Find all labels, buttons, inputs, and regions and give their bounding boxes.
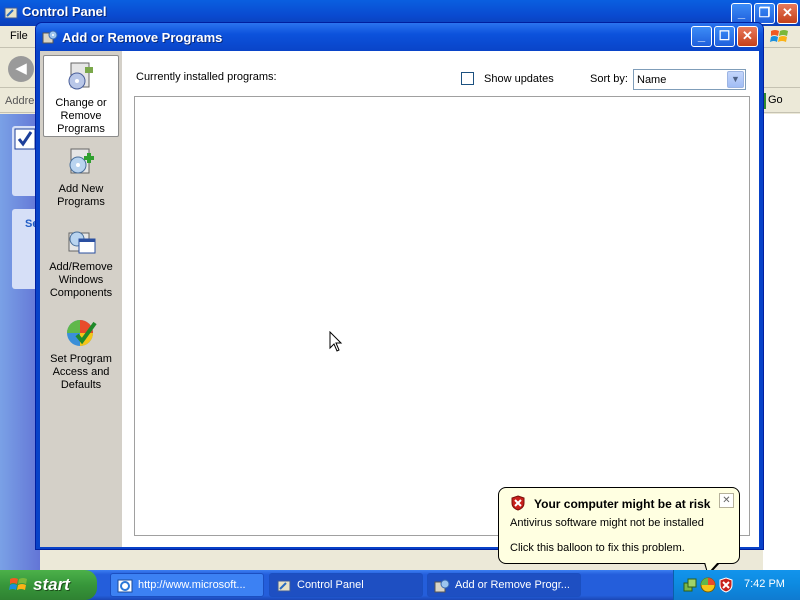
ie-icon <box>117 579 133 593</box>
arp-close-button[interactable]: ✕ <box>737 26 758 47</box>
arp-titlebar[interactable]: Add or Remove Programs _ ☐ ✕ <box>36 23 763 51</box>
show-updates-checkbox[interactable] <box>461 72 474 85</box>
taskbar-label-add-remove: Add or Remove Progr... <box>455 579 570 591</box>
windows-components-icon <box>68 231 96 254</box>
taskbar-label-control-panel: Control Panel <box>297 579 364 591</box>
balloon-message: Antivirus software might not be installe… <box>510 517 704 529</box>
taskbar-item-add-remove[interactable]: Add or Remove Progr... <box>427 573 581 597</box>
balloon-close-button[interactable]: ✕ <box>719 493 734 508</box>
sidebar-item-windows-components[interactable]: Add/Remove Windows Components <box>43 225 119 305</box>
go-arrow-icon <box>764 93 766 109</box>
add-remove-programs-icon <box>434 579 450 593</box>
sidebar-label-windows-components: Add/Remove Windows Components <box>49 261 113 299</box>
control-panel-icon <box>277 580 291 592</box>
arp-title: Add or Remove Programs <box>62 30 223 45</box>
balloon-instruction: Click this balloon to fix this problem. <box>510 542 685 554</box>
windows-logo-icon <box>770 30 788 42</box>
sidebar-item-add-new[interactable]: Add New Programs <box>43 147 119 217</box>
mouse-cursor-icon <box>329 331 343 352</box>
menu-file[interactable]: File <box>10 30 28 42</box>
show-updates-label[interactable]: Show updates <box>484 73 554 85</box>
control-panel-title: Control Panel <box>22 4 107 19</box>
security-shield-icon[interactable] <box>718 577 734 593</box>
installed-programs-label: Currently installed programs: <box>136 71 277 83</box>
network-icon[interactable] <box>682 577 698 593</box>
sort-by-label: Sort by: <box>590 73 628 85</box>
sidebar-label-change-remove: Change or Remove Programs <box>55 97 107 135</box>
add-remove-programs-icon <box>42 30 58 44</box>
taskbar-label-browser: http://www.microsoft... <box>138 579 246 591</box>
back-arrow-icon[interactable]: ◀ <box>8 56 34 82</box>
add-new-programs-icon <box>69 148 94 174</box>
security-shield-icon <box>511 495 525 511</box>
taskbar-item-control-panel[interactable]: Control Panel <box>269 573 423 597</box>
program-access-defaults-icon <box>67 320 97 346</box>
windows-logo-icon <box>9 578 27 590</box>
arp-minimize-button[interactable]: _ <box>691 26 712 47</box>
cp-content-pane <box>763 114 800 570</box>
sidebar-item-change-remove[interactable]: Change or Remove Programs <box>43 55 119 137</box>
arp-body: Change or Remove Programs Add New Progra… <box>40 51 759 547</box>
chevron-down-icon[interactable]: ▼ <box>727 71 744 88</box>
system-tray: 7:42 PM <box>673 570 800 600</box>
sort-by-value: Name <box>637 74 667 86</box>
sidebar-item-program-access[interactable]: Set Program Access and Defaults <box>43 317 119 397</box>
taskbar-clock[interactable]: 7:42 PM <box>744 578 785 590</box>
start-label: start <box>33 575 70 594</box>
cp-checkmark-icon <box>14 128 36 150</box>
change-remove-programs-icon <box>68 62 93 90</box>
cp-maximize-button[interactable]: ❐ <box>754 3 775 24</box>
start-button[interactable]: start <box>0 570 97 600</box>
arp-main-pane: Currently installed programs: Show updat… <box>122 51 759 547</box>
control-panel-icon <box>4 7 18 19</box>
arp-sidebar: Change or Remove Programs Add New Progra… <box>40 51 122 547</box>
security-balloon[interactable]: Your computer might be at risk ✕ Antivir… <box>498 487 740 564</box>
security-center-icon[interactable] <box>700 577 716 593</box>
cp-close-button[interactable]: ✕ <box>777 3 798 24</box>
sort-by-select[interactable]: Name ▼ <box>633 69 746 90</box>
add-remove-programs-window: Add or Remove Programs _ ☐ ✕ Change or R… <box>35 22 764 550</box>
go-button[interactable]: Go <box>768 94 783 106</box>
address-label: Addre <box>5 95 35 107</box>
balloon-title: Your computer might be at risk <box>534 497 711 511</box>
cp-task-pane: Se <box>0 114 40 570</box>
taskbar: start http://www.microsoft... Control Pa… <box>0 570 800 600</box>
sidebar-label-program-access: Set Program Access and Defaults <box>50 353 112 391</box>
taskbar-item-browser[interactable]: http://www.microsoft... <box>110 573 264 597</box>
sidebar-label-add-new: Add New Programs <box>57 183 105 208</box>
arp-maximize-button[interactable]: ☐ <box>714 26 735 47</box>
cp-minimize-button[interactable]: _ <box>731 3 752 24</box>
installed-programs-list[interactable] <box>134 96 750 536</box>
